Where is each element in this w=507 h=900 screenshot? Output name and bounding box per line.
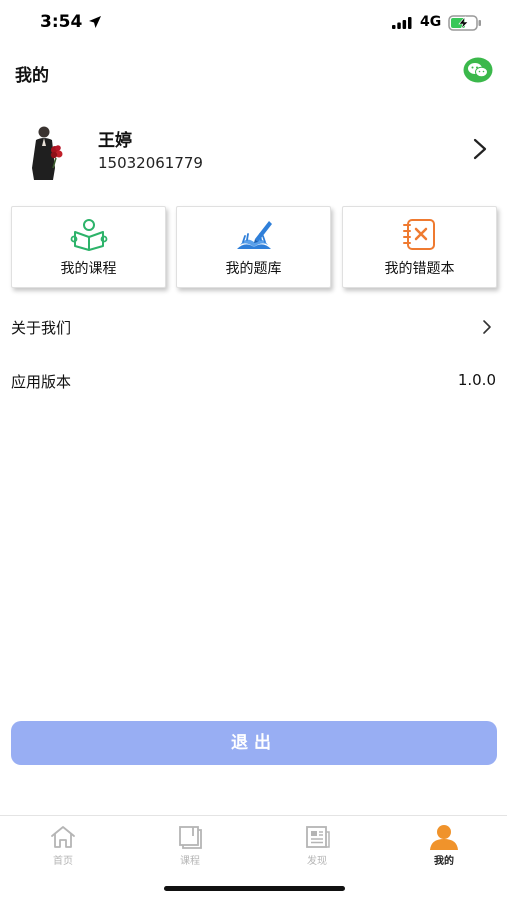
error-notebook-icon — [402, 219, 435, 250]
tab-label: 首页 — [53, 856, 73, 867]
tab-courses[interactable]: 课程 — [127, 816, 253, 876]
menu-item-label: 关于我们 — [11, 319, 72, 337]
tab-discover[interactable]: 发现 — [254, 816, 380, 876]
open-book-pen-icon — [236, 221, 272, 249]
card-my-courses[interactable]: 我的课程 — [11, 206, 166, 288]
home-icon — [51, 826, 75, 848]
user-phone: 15032061779 — [98, 154, 203, 172]
card-my-question-bank[interactable]: 我的题库 — [176, 206, 331, 288]
menu-item-label: 应用版本 — [11, 373, 72, 391]
app-version-value: 1.0.0 — [457, 371, 496, 389]
status-time: 3:54 — [40, 12, 83, 32]
cellular-signal-icon — [392, 17, 412, 29]
avatar — [32, 126, 63, 180]
home-indicator — [164, 886, 345, 891]
page-title: 我的 — [15, 66, 49, 86]
status-bar: 3:54 4G — [0, 0, 507, 46]
card-label: 我的错题本 — [384, 261, 455, 277]
battery-charging-icon — [448, 15, 481, 31]
network-type: 4G — [420, 14, 442, 30]
card-label: 我的题库 — [225, 261, 282, 277]
book-icon — [179, 826, 202, 849]
newspaper-icon — [306, 826, 330, 848]
reading-person-icon — [70, 219, 107, 251]
tab-label: 发现 — [307, 856, 327, 867]
tab-home[interactable]: 首页 — [0, 816, 126, 876]
card-my-error-book[interactable]: 我的错题本 — [342, 206, 497, 288]
location-arrow-icon — [89, 16, 101, 28]
chevron-right-icon — [483, 320, 491, 334]
user-name: 王婷 — [98, 131, 132, 151]
chevron-right-icon — [473, 138, 487, 160]
tab-label: 课程 — [180, 856, 200, 867]
wechat-icon[interactable] — [463, 57, 493, 83]
profile-row[interactable]: 王婷 15032061779 — [0, 110, 507, 190]
tab-label: 我的 — [434, 856, 454, 867]
person-icon — [430, 825, 458, 850]
menu-item-app-version: 应用版本 1.0.0 — [0, 354, 507, 408]
menu-item-about-us[interactable]: 关于我们 — [0, 300, 507, 354]
card-label: 我的课程 — [60, 261, 117, 277]
tab-mine[interactable]: 我的 — [381, 816, 507, 876]
logout-button[interactable]: 退出 — [11, 721, 497, 765]
